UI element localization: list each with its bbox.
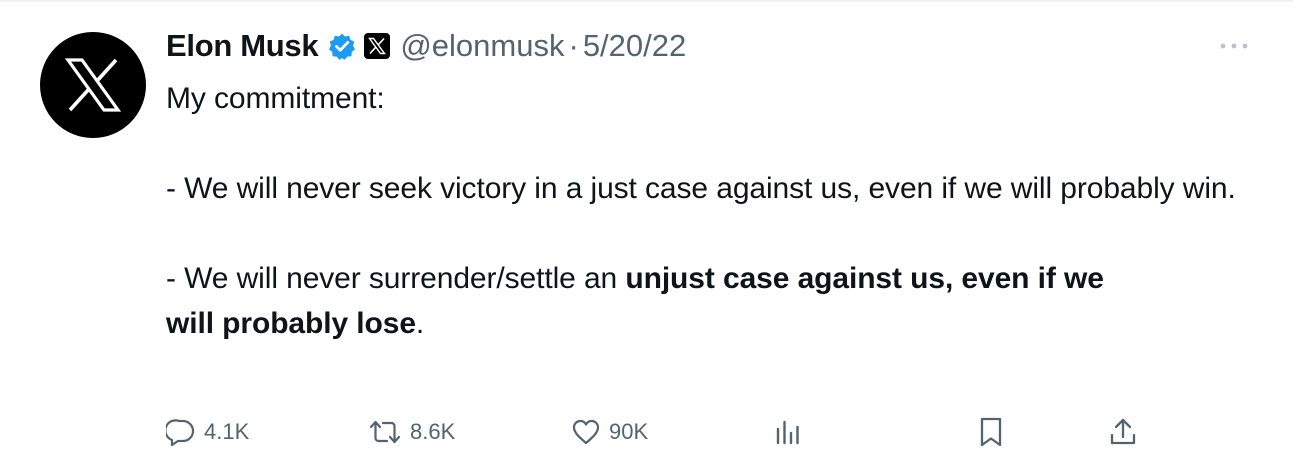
top-divider: [0, 0, 1293, 2]
tweet-line-intro: My commitment:: [166, 82, 385, 115]
reply-button[interactable]: 4.1K: [166, 408, 249, 456]
x-affiliate-icon[interactable]: [364, 33, 391, 59]
heart-icon: [572, 419, 600, 445]
x-logo-icon: [64, 58, 122, 112]
author-name[interactable]: Elon Musk: [166, 28, 319, 64]
tweet-header: Elon Musk @elonmusk · 5/20/22: [166, 26, 686, 66]
share-button[interactable]: [1108, 408, 1138, 456]
more-dots-icon: [1220, 43, 1248, 49]
analytics-icon: [776, 420, 799, 445]
separator-dot: ·: [568, 28, 579, 63]
tweet-paragraph-1: - We will never seek victory in a just c…: [166, 172, 1236, 205]
author-handle[interactable]: @elonmusk: [400, 28, 564, 64]
bookmark-button[interactable]: [976, 408, 1006, 456]
tweet-date[interactable]: 5/20/22: [583, 28, 686, 64]
views-button[interactable]: [773, 408, 803, 456]
action-bar: 4.1K 8.6K 90K: [0, 408, 1293, 456]
reply-icon: [166, 419, 195, 447]
tweet-text: My commitment: - We will never seek vict…: [166, 76, 1246, 346]
tweet-paragraph-2-prefix: - We will never surrender/settle an: [166, 262, 626, 295]
avatar[interactable]: [40, 32, 146, 138]
more-options-button[interactable]: [1218, 36, 1250, 56]
retweet-icon: [369, 420, 401, 444]
tweet-paragraph-2-bold-a: unjust case against us, even if we: [625, 262, 1104, 295]
reply-count: 4.1K: [204, 419, 250, 444]
share-icon: [1110, 418, 1136, 445]
verified-badge-icon: [328, 32, 356, 60]
retweet-count: 8.6K: [410, 419, 456, 444]
tweet-paragraph-2-suffix: .: [415, 307, 425, 340]
retweet-button[interactable]: 8.6K: [368, 408, 455, 456]
like-button[interactable]: 90K: [571, 408, 648, 456]
bookmark-icon: [980, 417, 1002, 447]
tweet-paragraph-2-bold-b: will probably lose: [166, 307, 416, 340]
like-count: 90K: [609, 419, 649, 444]
